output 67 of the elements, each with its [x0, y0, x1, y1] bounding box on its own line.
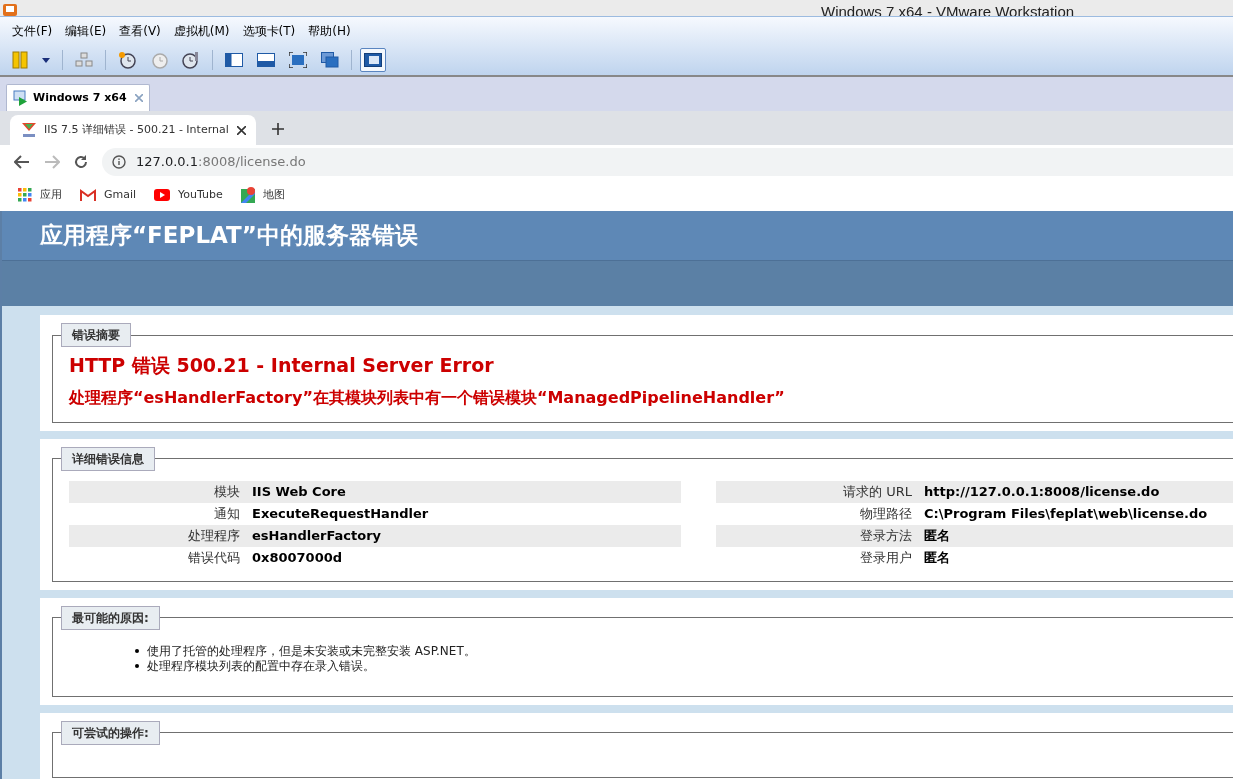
- caret-icon: [42, 57, 50, 63]
- page-title: 应用程序“FEPLAT”中的服务器错误: [40, 221, 418, 251]
- error-message: 处理程序“esHandlerFactory”在其模块列表中有一个错误模块“ManagedPipelineHandler”: [69, 386, 786, 409]
- vm-tab[interactable]: Windows 7 x64: [6, 84, 150, 111]
- field-value: IIS Web Core: [252, 482, 346, 501]
- bookmark-link[interactable]: 地图: [240, 186, 285, 204]
- bookmark-link[interactable]: Gmail: [80, 186, 137, 204]
- address-field[interactable]: 127.0.0.1:8008/license.do: [102, 148, 1233, 176]
- field-label: 登录用户: [859, 548, 913, 567]
- window-icon: [257, 53, 275, 67]
- apps-icon: [18, 188, 32, 202]
- map-icon: [240, 187, 255, 203]
- bullet-icon: [135, 649, 139, 653]
- menu-item[interactable]: 编辑(E): [59, 22, 113, 40]
- section-legend: 错误摘要: [61, 323, 131, 347]
- network-icon: [75, 52, 93, 68]
- field-value: 匿名: [924, 548, 950, 567]
- menu-item[interactable]: 帮助(H): [302, 22, 357, 40]
- section-legend: 详细错误信息: [61, 446, 155, 471]
- menu-item[interactable]: 文件(F): [6, 22, 59, 40]
- field-value: ExecuteRequestHandler: [252, 504, 429, 523]
- vm-icon: [13, 90, 29, 106]
- field-label: 通知: [213, 504, 241, 523]
- field-label: 处理程序: [187, 526, 241, 545]
- reload-icon[interactable]: [74, 155, 88, 169]
- clock-icon: [182, 51, 200, 69]
- field-label: 请求的 URL: [842, 482, 913, 501]
- field-label: 错误代码: [187, 548, 241, 567]
- field-label: 物理路径: [859, 504, 913, 523]
- pause-icon: [12, 51, 28, 69]
- info-icon: [112, 155, 126, 169]
- clock-icon: [118, 51, 136, 69]
- back-icon[interactable]: [14, 155, 30, 169]
- field-label: 登录方法: [859, 526, 913, 545]
- section-legend: 可尝试的操作:: [61, 720, 160, 745]
- site-logo-icon: [22, 122, 36, 138]
- bookmark-link[interactable]: YouTube: [154, 186, 223, 204]
- cause-text: 处理程序模块列表的配置中存在录入错误。: [147, 658, 375, 674]
- window-icon: [225, 53, 243, 67]
- console-icon: [364, 53, 382, 67]
- bookmark-link[interactable]: 应用: [18, 186, 62, 204]
- tab-title: IIS 7.5 详细错误 - 500.21 - Internal: [44, 121, 229, 138]
- toolbar-button[interactable]: [360, 48, 386, 72]
- menu-item[interactable]: 查看(V): [113, 22, 167, 40]
- field-value: esHandlerFactory: [252, 526, 382, 545]
- new-tab-icon[interactable]: [271, 123, 284, 135]
- windows-icon: [321, 52, 339, 68]
- field-label: 模块: [213, 482, 241, 501]
- url-text: 127.0.0.1:8008/license.do: [136, 153, 306, 172]
- field-value: 匿名: [924, 526, 950, 545]
- fullscreen-icon: [289, 52, 307, 68]
- field-value: C:\Program Files\feplat\web\license.do: [924, 504, 1208, 523]
- menu-item[interactable]: 虚拟机(M): [167, 22, 236, 40]
- bullet-icon: [135, 664, 139, 668]
- play-icon: [154, 189, 171, 201]
- mail-icon: [80, 189, 96, 201]
- close-icon[interactable]: [236, 125, 246, 135]
- field-value: http://127.0.0.1:8008/license.do: [924, 482, 1160, 501]
- clock-icon: [150, 51, 168, 69]
- field-value: 0x8007000d: [252, 548, 343, 567]
- app-logo-icon: [3, 4, 17, 16]
- menu-item[interactable]: 选项卡(T): [236, 22, 302, 40]
- error-heading: HTTP 错误 500.21 - Internal Server Error: [69, 353, 495, 378]
- section-legend: 最可能的原因:: [61, 605, 160, 630]
- browser-tab[interactable]: IIS 7.5 详细错误 - 500.21 - Internal: [10, 115, 256, 145]
- tab-label: Windows 7 x64: [33, 89, 127, 106]
- cause-text: 使用了托管的处理程序，但是未安装或未完整安装 ASP.NET。: [147, 643, 476, 659]
